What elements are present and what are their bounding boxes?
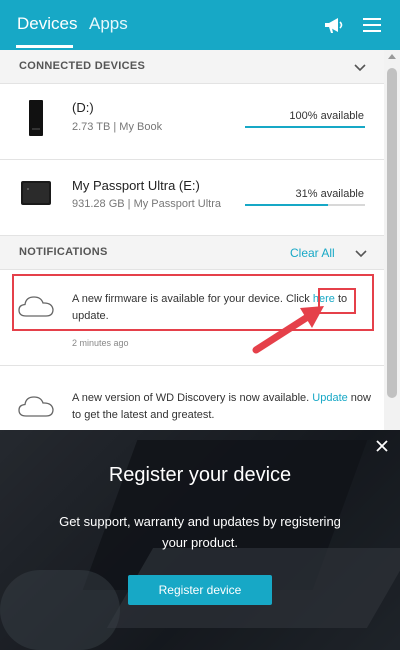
notification-time: 2 minutes ago <box>72 338 129 348</box>
scroll-up-arrow[interactable] <box>388 54 396 59</box>
available-label: 31% available <box>295 188 365 200</box>
capacity-bar <box>245 126 365 128</box>
capacity-bar-fill <box>245 126 365 128</box>
annotation-arrow-icon <box>252 306 324 354</box>
megaphone-icon[interactable] <box>322 13 346 37</box>
main-content: CONNECTED DEVICES (D:) 2.73 TB | My Book… <box>0 50 384 430</box>
device-row[interactable]: (D:) 2.73 TB | My Book 100% available <box>0 84 384 160</box>
device-name: (D:) <box>72 100 94 115</box>
register-device-banner: Register your device Get support, warran… <box>0 430 400 650</box>
register-device-button[interactable]: Register device <box>128 575 272 605</box>
capacity-bar-fill <box>245 204 328 206</box>
cloud-icon <box>18 396 54 417</box>
chevron-down-icon[interactable] <box>352 59 368 75</box>
portable-drive-icon <box>21 181 51 205</box>
scrollbar[interactable] <box>384 50 400 430</box>
external-drive-icon <box>29 100 43 136</box>
available-label: 100% available <box>289 110 364 122</box>
chevron-down-icon[interactable] <box>353 245 369 261</box>
capacity-bar <box>245 204 365 206</box>
device-name: My Passport Ultra (E:) <box>72 178 200 193</box>
device-meta: 2.73 TB | My Book <box>72 121 163 133</box>
close-icon[interactable] <box>375 439 389 453</box>
app-header: Devices Apps <box>0 0 400 50</box>
tab-devices[interactable]: Devices <box>17 14 77 34</box>
scrollbar-thumb[interactable] <box>387 68 397 398</box>
register-subtitle: Get support, warranty and updates by reg… <box>59 514 341 550</box>
device-row[interactable]: My Passport Ultra (E:) 931.28 GB | My Pa… <box>0 160 384 236</box>
device-meta: 931.28 GB | My Passport Ultra <box>72 198 221 210</box>
active-tab-indicator <box>16 45 73 48</box>
notifications-header[interactable]: NOTIFICATIONS Clear All <box>0 236 384 270</box>
notification-text-start: A new version of WD Discovery is now ava… <box>72 392 313 404</box>
connected-devices-header[interactable]: CONNECTED DEVICES <box>0 50 384 84</box>
tab-apps[interactable]: Apps <box>89 14 128 34</box>
notification-text: A new version of WD Discovery is now ava… <box>72 390 372 424</box>
connected-devices-title: CONNECTED DEVICES <box>19 60 146 72</box>
update-link[interactable]: Update <box>312 392 347 404</box>
notifications-title: NOTIFICATIONS <box>19 246 108 258</box>
clear-all-link[interactable]: Clear All <box>290 246 335 260</box>
register-title: Register your device <box>108 464 292 486</box>
notification-item: A new version of WD Discovery is now ava… <box>0 366 384 430</box>
hamburger-menu-icon[interactable] <box>360 13 384 37</box>
